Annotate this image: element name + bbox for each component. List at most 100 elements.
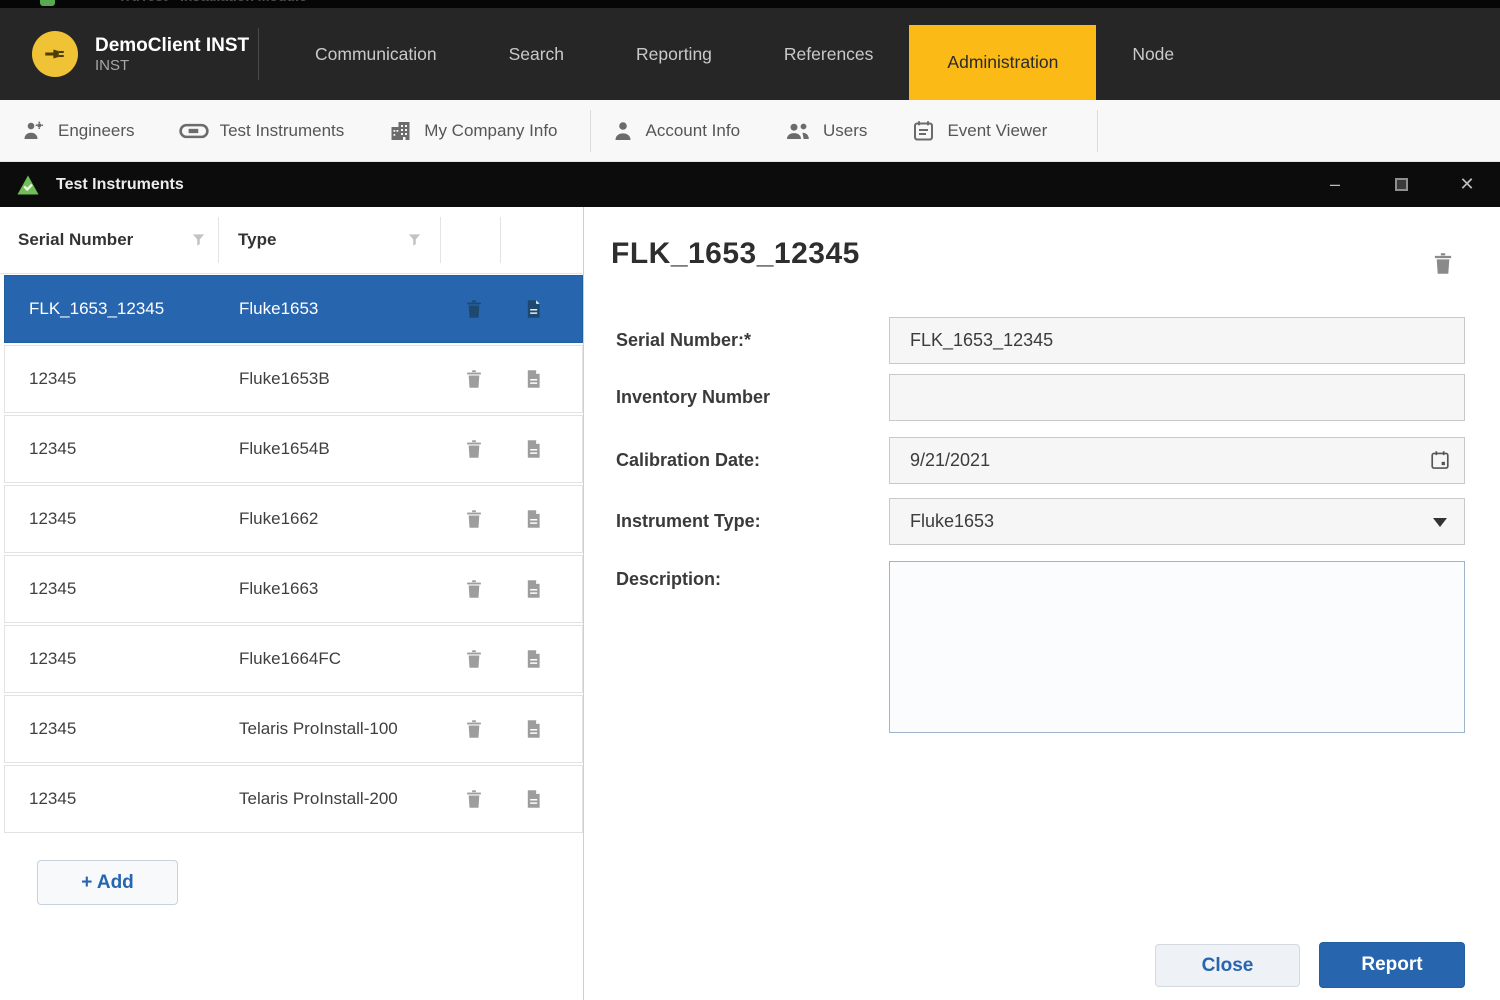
serial-number-label: Serial Number:* bbox=[616, 317, 751, 364]
report-document-icon[interactable] bbox=[523, 297, 544, 321]
close-detail-button[interactable]: Close bbox=[1155, 944, 1300, 987]
report-document-icon[interactable] bbox=[523, 437, 544, 461]
building-icon bbox=[388, 119, 413, 143]
row-serial: 12345 bbox=[29, 509, 76, 529]
nav-node[interactable]: Node bbox=[1096, 8, 1210, 100]
instrument-type-row: Instrument Type: Fluke1653 bbox=[616, 498, 1465, 545]
column-header-type[interactable]: Type bbox=[238, 230, 276, 250]
window-content: Serial Number Type FLK_1653_12345 Fluke1… bbox=[0, 207, 1500, 1000]
toolbar-account-info[interactable]: Account Info bbox=[611, 119, 741, 143]
row-type: Fluke1653B bbox=[239, 369, 330, 389]
toolbar-test-instruments-label: Test Instruments bbox=[220, 121, 345, 141]
delete-icon[interactable] bbox=[463, 437, 485, 461]
report-document-icon[interactable] bbox=[523, 647, 544, 671]
instrument-icon bbox=[179, 122, 209, 140]
calibration-date-field[interactable] bbox=[889, 437, 1465, 484]
row-serial: 12345 bbox=[29, 789, 76, 809]
trutest-triangle-icon bbox=[16, 173, 40, 197]
row-type: Telaris ProInstall-200 bbox=[239, 789, 398, 809]
application-window: TruTest - Installation Module DemoClient… bbox=[0, 0, 1500, 1000]
column-divider bbox=[218, 217, 219, 263]
report-button[interactable]: Report bbox=[1319, 942, 1465, 988]
toolbar-users[interactable]: Users bbox=[784, 119, 867, 143]
inventory-number-label: Inventory Number bbox=[616, 374, 770, 421]
description-row: Description: bbox=[616, 561, 1465, 733]
column-divider bbox=[440, 217, 441, 263]
row-type: Fluke1664FC bbox=[239, 649, 341, 669]
toolbar-account-info-label: Account Info bbox=[646, 121, 741, 141]
inventory-number-field[interactable] bbox=[889, 374, 1465, 421]
plug-icon bbox=[32, 31, 78, 77]
inventory-number-row: Inventory Number bbox=[616, 374, 1465, 421]
app-title: TruTest - Installation Module bbox=[118, 0, 307, 4]
instrument-type-dropdown[interactable]: Fluke1653 bbox=[889, 498, 1465, 545]
nav-communication[interactable]: Communication bbox=[279, 8, 473, 100]
row-serial: FLK_1653_12345 bbox=[29, 299, 164, 319]
row-serial: 12345 bbox=[29, 649, 76, 669]
toolbar-divider bbox=[590, 110, 591, 152]
row-serial: 12345 bbox=[29, 719, 76, 739]
delete-icon[interactable] bbox=[463, 787, 485, 811]
event-calendar-icon bbox=[911, 119, 936, 143]
row-type: Fluke1654B bbox=[239, 439, 330, 459]
add-instrument-button[interactable]: + Add bbox=[37, 860, 178, 905]
toolbar-engineers[interactable]: Engineers bbox=[22, 119, 135, 143]
report-document-icon[interactable] bbox=[523, 787, 544, 811]
table-row[interactable]: 12345 Telaris ProInstall-200 bbox=[4, 765, 583, 833]
table-row[interactable]: 12345 Fluke1664FC bbox=[4, 625, 583, 693]
nav-search[interactable]: Search bbox=[473, 8, 600, 100]
nav-references[interactable]: References bbox=[748, 8, 910, 100]
row-serial: 12345 bbox=[29, 439, 76, 459]
delete-icon[interactable] bbox=[463, 717, 485, 741]
minimize-button[interactable]: – bbox=[1302, 162, 1368, 207]
report-document-icon[interactable] bbox=[523, 577, 544, 601]
table-row[interactable]: 12345 Fluke1653B bbox=[4, 345, 583, 413]
table-row[interactable]: FLK_1653_12345 Fluke1653 bbox=[4, 275, 583, 343]
toolbar-my-company-info-label: My Company Info bbox=[424, 121, 557, 141]
report-document-icon[interactable] bbox=[523, 717, 544, 741]
toolbar-test-instruments[interactable]: Test Instruments bbox=[179, 121, 345, 141]
delete-instrument-icon[interactable] bbox=[1430, 249, 1456, 278]
delete-icon[interactable] bbox=[463, 507, 485, 531]
filter-icon[interactable] bbox=[406, 232, 423, 249]
client-text: DemoClient INST INST bbox=[95, 34, 249, 75]
delete-icon[interactable] bbox=[463, 577, 485, 601]
nav-administration[interactable]: Administration bbox=[909, 25, 1096, 100]
instrument-list-panel: Serial Number Type FLK_1653_12345 Fluke1… bbox=[0, 207, 584, 1000]
filter-icon[interactable] bbox=[190, 232, 207, 249]
toolbar-engineers-label: Engineers bbox=[58, 121, 135, 141]
report-document-icon[interactable] bbox=[523, 367, 544, 391]
detail-title: FLK_1653_12345 bbox=[611, 237, 860, 271]
row-type: Fluke1662 bbox=[239, 509, 318, 529]
toolbar-event-viewer[interactable]: Event Viewer bbox=[911, 119, 1047, 143]
window-titlebar: Test Instruments – ✕ bbox=[0, 162, 1500, 207]
instrument-type-label: Instrument Type: bbox=[616, 498, 761, 545]
engineer-icon bbox=[22, 119, 47, 143]
table-row[interactable]: 12345 Fluke1654B bbox=[4, 415, 583, 483]
toolbar-my-company-info[interactable]: My Company Info bbox=[388, 119, 557, 143]
table-row[interactable]: 12345 Fluke1662 bbox=[4, 485, 583, 553]
delete-icon[interactable] bbox=[463, 647, 485, 671]
report-document-icon[interactable] bbox=[523, 507, 544, 531]
table-row[interactable]: 12345 Fluke1663 bbox=[4, 555, 583, 623]
description-field[interactable] bbox=[889, 561, 1465, 733]
instrument-type-value: Fluke1653 bbox=[910, 511, 994, 532]
close-button[interactable]: ✕ bbox=[1434, 162, 1500, 207]
table-row[interactable]: 12345 Telaris ProInstall-100 bbox=[4, 695, 583, 763]
delete-icon[interactable] bbox=[463, 367, 485, 391]
chevron-down-icon bbox=[1433, 518, 1447, 527]
serial-number-field[interactable] bbox=[889, 317, 1465, 364]
delete-icon[interactable] bbox=[463, 297, 485, 321]
column-divider bbox=[500, 217, 501, 263]
description-label: Description: bbox=[616, 561, 721, 608]
row-type: Fluke1653 bbox=[239, 299, 318, 319]
maximize-icon bbox=[1395, 178, 1408, 191]
maximize-button[interactable] bbox=[1368, 162, 1434, 207]
column-header-serial[interactable]: Serial Number bbox=[18, 230, 133, 250]
serial-number-row: Serial Number:* bbox=[616, 317, 1465, 364]
client-brand: DemoClient INST INST bbox=[0, 8, 258, 100]
instrument-rows: FLK_1653_12345 Fluke1653 12345 Fluke1653… bbox=[0, 275, 583, 835]
nav-reporting[interactable]: Reporting bbox=[600, 8, 748, 100]
toolbar-divider-2 bbox=[1097, 110, 1098, 152]
admin-toolbar: Engineers Test Instruments My Company In… bbox=[0, 100, 1500, 162]
